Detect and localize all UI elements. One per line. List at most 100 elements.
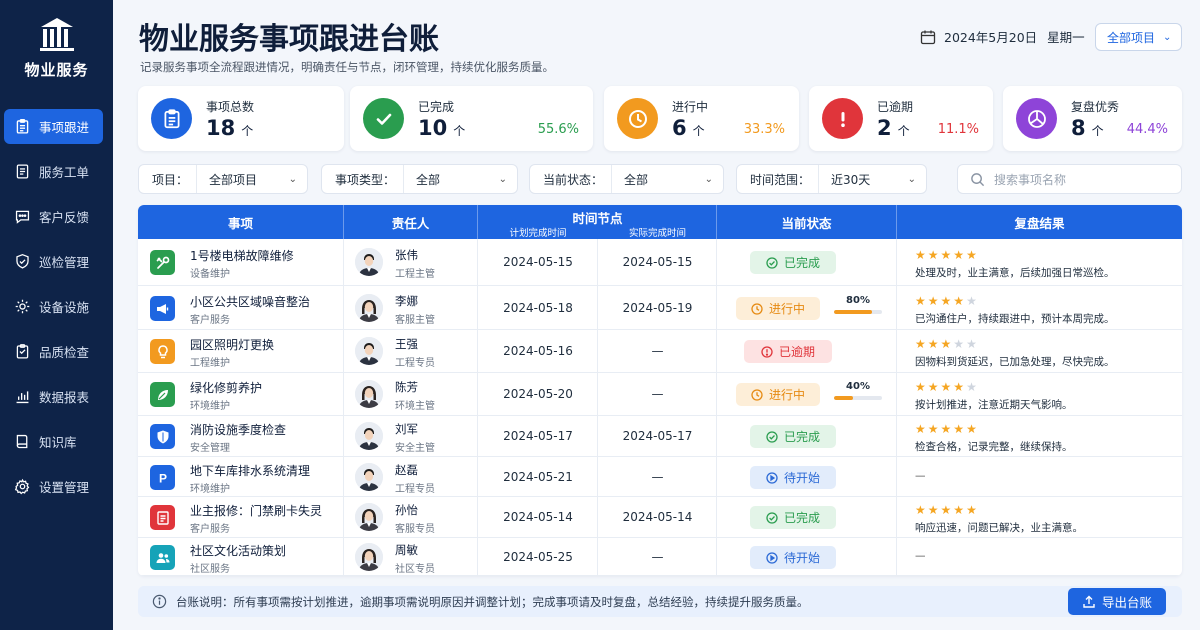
stat-label: 事项总数 (206, 100, 255, 114)
alert-icon (822, 98, 863, 139)
chevron-down-icon: ⌄ (907, 173, 916, 185)
actual-date: — (651, 470, 664, 484)
info-icon (152, 594, 167, 609)
logo: 物业服务 (0, 0, 113, 95)
star-icon: ★ (915, 337, 926, 351)
sidebar-item-6[interactable]: 数据报表 (4, 379, 103, 414)
table-row[interactable]: 园区照明灯更换 工程维护 王强 工程专员 2024-05-16— 已逾期 ★ ★ ★ ★ ★ 因物料到… (138, 330, 1182, 373)
row-content: 园区照明灯更换 工程维护 王强 工程专员 2024-05-16— 已逾期 ★ ★ ★ ★ ★ 因物料到… (138, 331, 1182, 372)
sidebar-item-label: 客户反馈 (39, 210, 90, 225)
status-text: 已完成 (783, 256, 820, 270)
header-owner: 责任人 (344, 205, 478, 239)
table-row[interactable]: 社区文化活动策划 社区服务 周敏 社区专员 2024-05-25 — 待开始 — (138, 538, 1182, 576)
stat-label: 已完成 (418, 100, 455, 114)
filter-value[interactable]: 全部 ⌄ (403, 165, 517, 193)
sidebar-item-0[interactable]: 事项跟进 (4, 109, 103, 144)
export-button[interactable]: 导出台账 (1068, 588, 1166, 615)
item-name[interactable]: 小区公共区域噪音整治 (190, 293, 310, 310)
search-input[interactable]: 搜索事项名称 (957, 164, 1182, 194)
sidebar-item-7[interactable]: 知识库 (4, 424, 103, 459)
status-overdue-icon (761, 345, 779, 358)
star-icon: ★ (953, 503, 965, 517)
form-icon (150, 505, 175, 530)
sidebar-item-label: 服务工单 (39, 165, 90, 180)
review-text: 按计划推进，注意近期天气影响。 (915, 399, 1073, 411)
actual-date: — (651, 344, 664, 358)
review-text: — (915, 470, 926, 482)
review-text: 响应迅速，问题已解决，业主满意。 (915, 522, 1083, 534)
row-content: 1号楼电梯故障维修 设备维护 张伟 工程主管 2024-05-15 2024-05-15 已… (138, 242, 1182, 283)
status-progress-icon (751, 388, 769, 401)
table-row[interactable]: 1号楼电梯故障维修 设备维护 张伟 工程主管 2024-05-15 2024-05-15 已… (138, 239, 1182, 286)
filter-value[interactable]: 全部 ⌄ (611, 165, 723, 193)
sidebar-item-8[interactable]: 设置管理 (4, 469, 103, 504)
status-badge: 已完成 (750, 425, 836, 448)
owner-name: 孙怡 (395, 503, 418, 517)
sidebar-nav: 事项跟进服务工单客户反馈巡检管理设备设施品质检查数据报表知识库设置管理 (0, 109, 113, 504)
star-icon: ★ (915, 503, 926, 517)
sidebar-item-label: 设备设施 (39, 300, 90, 315)
planned-date: 2024-05-25 (503, 550, 573, 564)
status-badge: 已逾期 (744, 340, 832, 363)
star-icon: ★ (966, 503, 977, 517)
status-done-icon (766, 256, 784, 269)
star-icon: ★ (966, 248, 977, 262)
sidebar-item-4[interactable]: 设备设施 (4, 289, 103, 324)
filter-2[interactable]: 当前状态： 全部 ⌄ (529, 164, 724, 194)
table-row[interactable]: P 地下车库排水系统清理 环境维护 赵磊 工程专员 2024-05-21 — 待开始 — (138, 457, 1182, 497)
rating-stars: ★ ★ ★ ★ ★ (915, 249, 979, 261)
stat-number: 6 (672, 116, 687, 140)
star-icon: ★ (915, 248, 926, 262)
table-row[interactable]: 绿化修剪养护 环境维护 陈芳 环境主管 2024-05-20— 进行中 40% ★ ★ ★ ★ ★ 按计… (138, 373, 1182, 416)
filter-3[interactable]: 时间范围： 近30天 ⌄ (736, 164, 927, 194)
item-name[interactable]: 业主报修：门禁刷卡失灵 (190, 502, 322, 519)
table-row[interactable]: 消防设施季度检查 安全管理 刘军 安全主管 2024-05-17 2024-05-17 已完… (138, 416, 1182, 457)
item-name[interactable]: 社区文化活动策划 (190, 542, 286, 559)
actual-date: 2024-05-14 (622, 510, 693, 524)
weekday-text: 星期一 (1047, 30, 1085, 45)
stat-value: 18 个 (206, 116, 253, 140)
item-name[interactable]: 绿化修剪养护 (190, 379, 262, 396)
sidebar-item-3[interactable]: 巡检管理 (4, 244, 103, 279)
stat-value: 6个 (672, 116, 705, 140)
item-name[interactable]: 园区照明灯更换 (190, 336, 274, 353)
building-logo-icon (39, 18, 74, 51)
sidebar-item-label: 设置管理 (39, 480, 90, 495)
filter-0[interactable]: 项目： 全部项目 ⌄ (138, 164, 308, 194)
filter-value[interactable]: 全部项目 ⌄ (196, 165, 307, 193)
row-content: 小区公共区域噪音整治 客户服务 李娜 客服主管 2024-05-18 2024-05-19… (138, 288, 1182, 329)
sidebar-item-5[interactable]: 品质检查 (4, 334, 103, 369)
progress: 80% (834, 295, 882, 314)
stat-card-4: 复盘优秀 8 个 44.4% (1003, 86, 1182, 151)
item-name[interactable]: 消防设施季度检查 (190, 421, 286, 438)
planned-date: 2024-05-21 (503, 470, 573, 484)
chevron-down-icon: ⌄ (704, 173, 713, 185)
project-select[interactable]: 全部项目 ⌄ (1095, 23, 1182, 51)
owner-role: 安全主管 (395, 443, 435, 454)
progress: 40% (834, 381, 882, 400)
sidebar-item-2[interactable]: 客户反馈 (4, 199, 103, 234)
page-title: 物业服务事项跟进台账 (139, 22, 439, 57)
clipboard-icon (151, 98, 192, 139)
progress-fill (834, 396, 854, 400)
search-placeholder: 搜索事项名称 (994, 172, 1067, 187)
avatar (355, 294, 383, 322)
stat-label: 进行中 (672, 100, 709, 114)
stat-percent: 55.6% (537, 122, 579, 137)
filter-value[interactable]: 近30天 ⌄ (818, 165, 926, 193)
row-content: 绿化修剪养护 环境维护 陈芳 环境主管 2024-05-20— 进行中 40% ★ ★ ★ ★ ★ 按计… (138, 374, 1182, 415)
item-name[interactable]: 地下车库排水系统清理 (190, 462, 310, 479)
pie-chart-icon (1016, 98, 1057, 139)
star-icon: ★ (927, 248, 939, 262)
item-name[interactable]: 1号楼电梯故障维修 (190, 247, 294, 264)
filter-1[interactable]: 事项类型： 全部 ⌄ (321, 164, 518, 194)
status-pending-icon (766, 551, 784, 564)
sidebar-item-1[interactable]: 服务工单 (4, 154, 103, 189)
table-row[interactable]: 小区公共区域噪音整治 客户服务 李娜 客服主管 2024-05-18 2024-05-19… (138, 286, 1182, 330)
review-text: 因物料到货延迟，已加急处理，尽快完成。 (915, 356, 1115, 368)
status-done-icon (766, 511, 784, 524)
clipboard-icon (14, 118, 39, 135)
stat-label: 已逾期 (877, 100, 914, 114)
table-row[interactable]: 业主报修：门禁刷卡失灵 客户服务 孙怡 客服专员 2024-05-14 2024-05-1… (138, 497, 1182, 538)
filter-label: 时间范围： (750, 172, 811, 187)
